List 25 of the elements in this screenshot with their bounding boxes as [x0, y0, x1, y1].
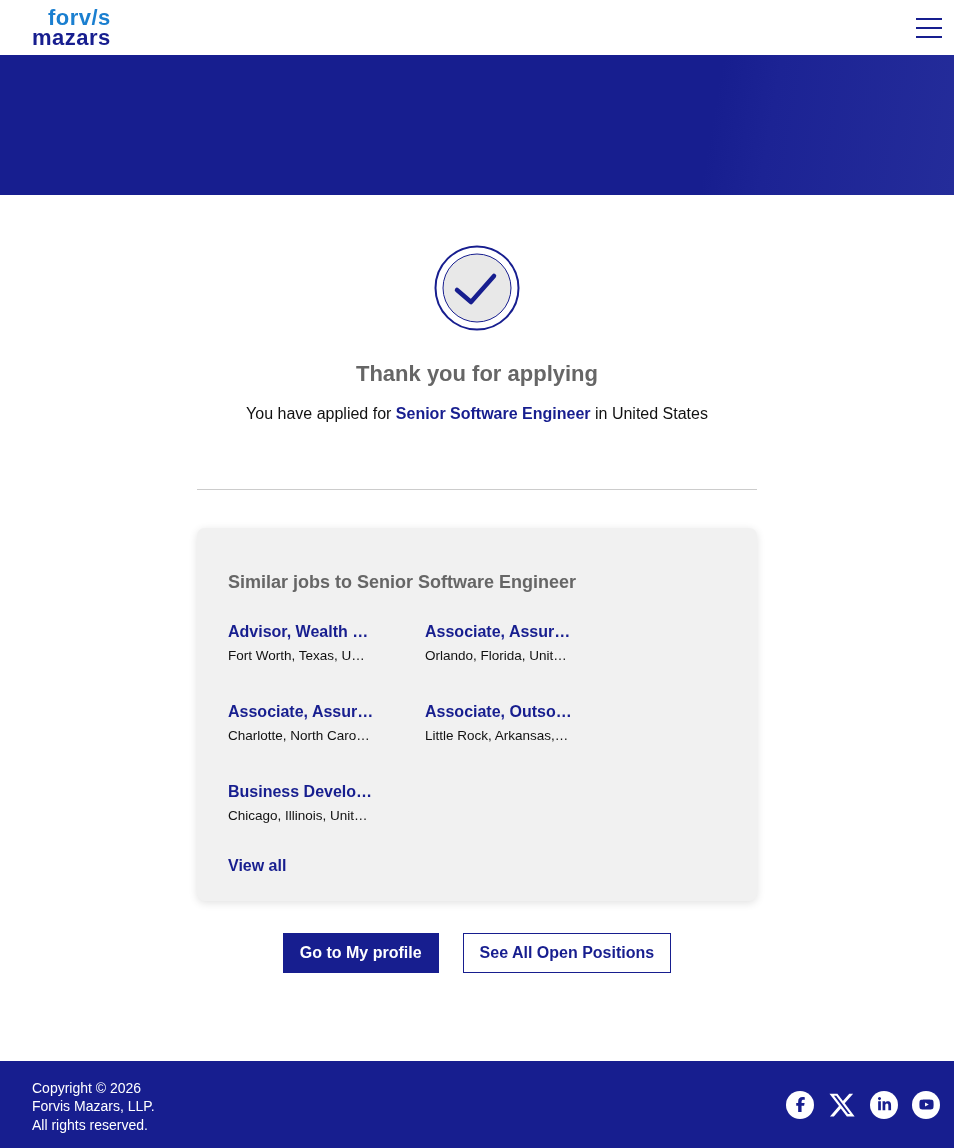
- profile-button[interactable]: Go to My profile: [282, 933, 439, 973]
- youtube-icon[interactable]: [912, 1090, 940, 1119]
- job-title-link[interactable]: Associate, Assur…: [425, 623, 585, 641]
- view-all-link[interactable]: View all: [228, 857, 287, 875]
- job-location: Little Rock, Arkansas,…: [425, 728, 570, 743]
- job-location: Charlotte, North Caro…: [228, 728, 371, 743]
- copyright-text: Forvis Mazars, LLP.: [32, 1097, 155, 1116]
- job-title-link[interactable]: Associate, Assur…: [228, 703, 425, 721]
- job-title-link[interactable]: Advisor, Wealth …: [228, 623, 425, 641]
- job-title-link[interactable]: Business Develo…: [228, 783, 425, 801]
- linkedin-icon[interactable]: [870, 1090, 898, 1119]
- copyright-text: Copyright © 2026: [32, 1078, 143, 1098]
- job-location: Fort Worth, Texas, U…: [228, 648, 366, 663]
- job-location: Orlando, Florida, Unit…: [425, 648, 568, 663]
- menu-icon[interactable]: [916, 17, 942, 38]
- facebook-icon[interactable]: [786, 1090, 814, 1119]
- similar-jobs-title: Similar jobs to Senior Software Engineer: [228, 572, 578, 593]
- confirmation-message: You have applied for Senior Software Engineer in United States: [246, 405, 708, 423]
- positions-button[interactable]: See All Open Positions: [462, 933, 672, 973]
- company-logo[interactable]: forv/s mazars: [32, 7, 111, 48]
- job-location: Chicago, Illinois, Unit…: [228, 808, 369, 823]
- job-title-link[interactable]: Associate, Outso…: [425, 703, 585, 721]
- confirmation-title: Thank you for applying: [356, 361, 598, 387]
- copyright-text: All rights reserved.: [32, 1115, 149, 1135]
- checkmark-icon: [434, 245, 520, 331]
